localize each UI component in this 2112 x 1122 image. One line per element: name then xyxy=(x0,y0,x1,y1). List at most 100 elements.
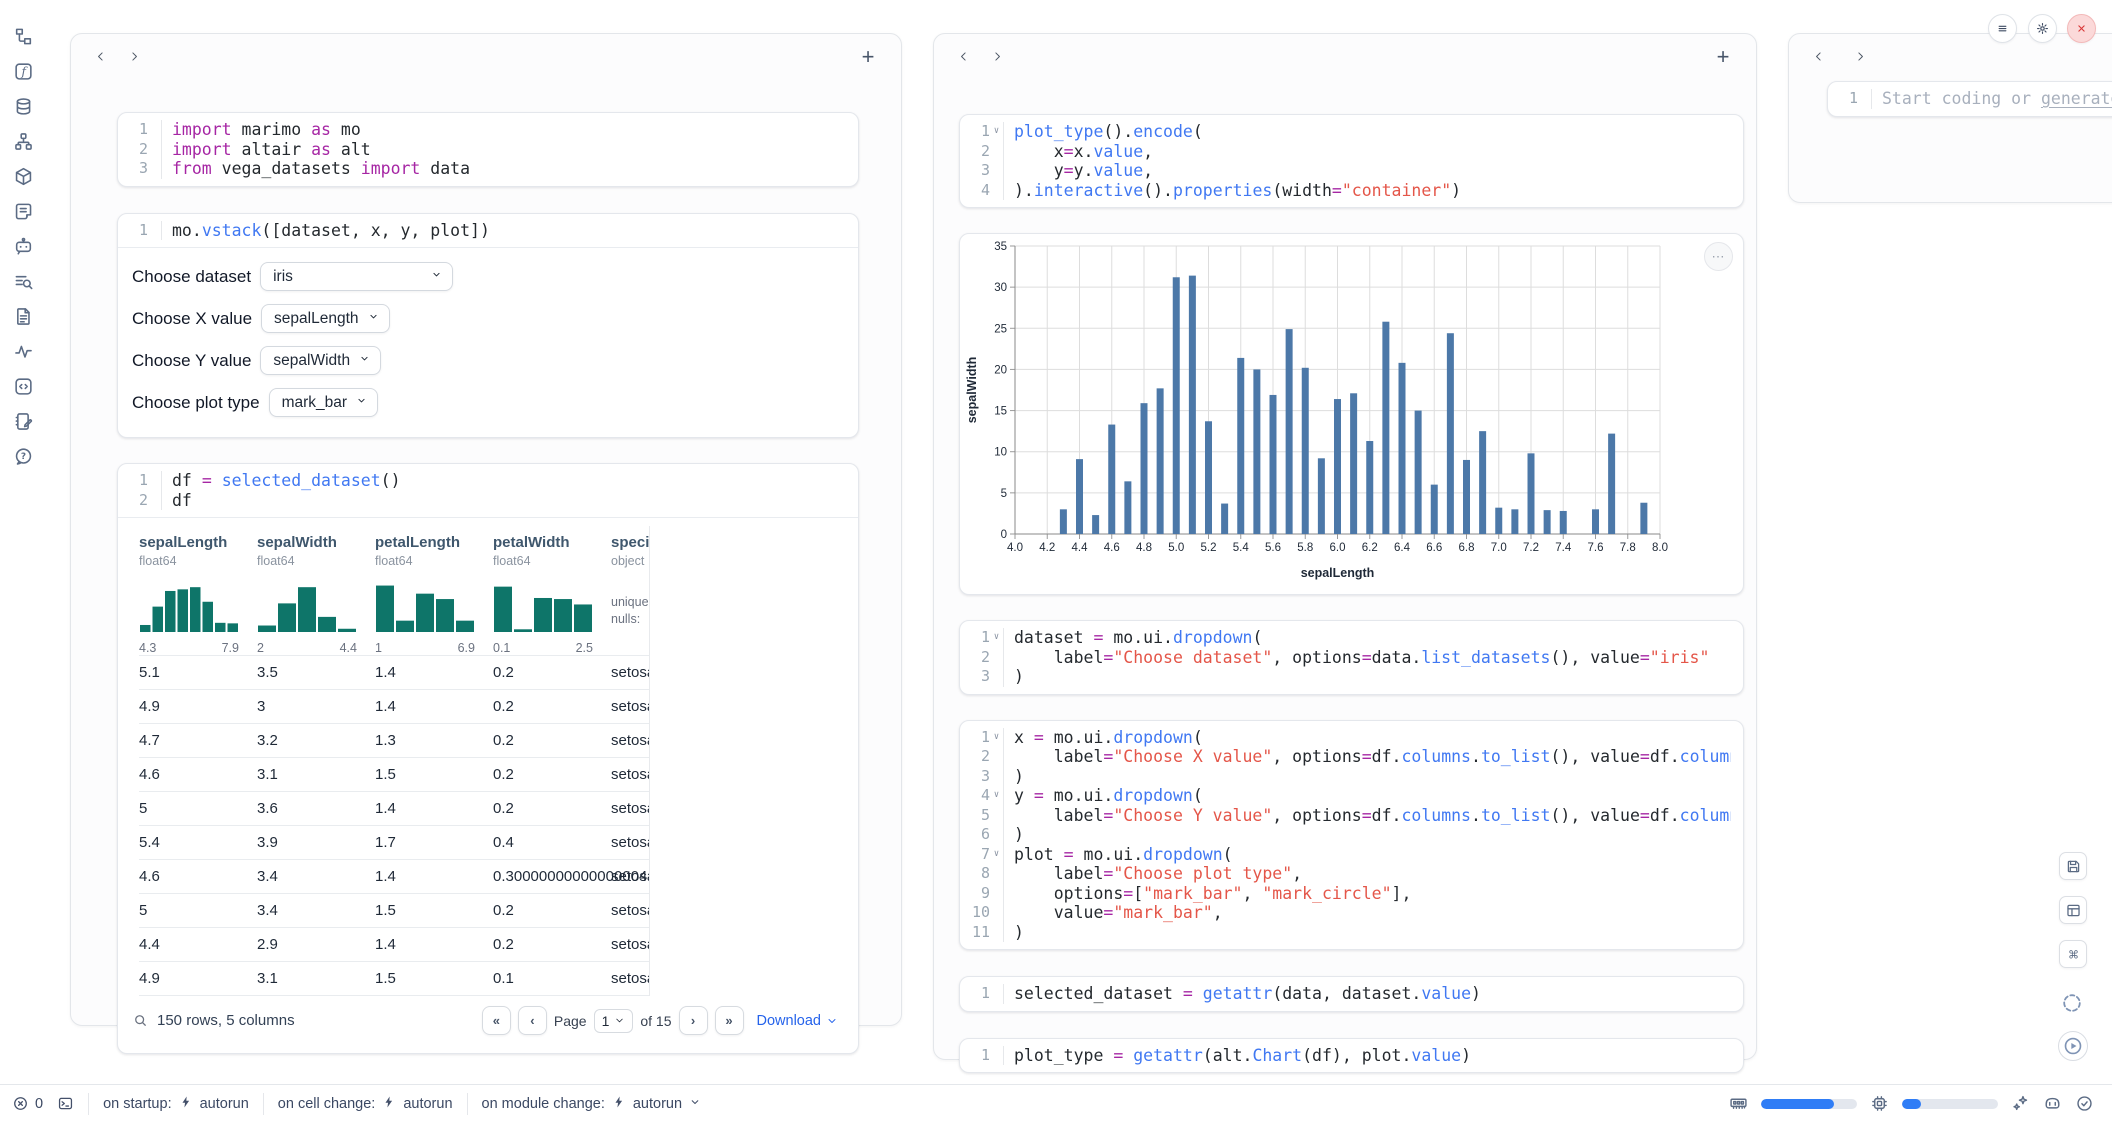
dropdown-label: Choose Y value xyxy=(132,351,251,371)
code-editor[interactable]: 1∨plot_type().encode(2 x=x.value,3 y=y.v… xyxy=(960,115,1743,207)
code-editor[interactable]: 1mo.vstack([dataset, x, y, plot]) xyxy=(118,214,858,248)
column-middle-toolbar: + xyxy=(934,34,1756,79)
add-cell-button[interactable]: + xyxy=(855,44,881,70)
dependency-graph-icon[interactable] xyxy=(12,129,36,153)
prev-page-button[interactable]: ‹ xyxy=(518,1006,547,1035)
download-button[interactable]: Download xyxy=(757,1013,839,1029)
dropdown-select[interactable]: iris xyxy=(260,262,453,291)
tracing-icon[interactable] xyxy=(12,339,36,363)
line-number: 1 xyxy=(1834,89,1858,109)
close-button[interactable] xyxy=(2067,14,2096,43)
line-number: 1 xyxy=(124,471,148,491)
svg-text:7.8: 7.8 xyxy=(1620,542,1636,554)
column-header[interactable]: sepalLengthfloat644.37.9 xyxy=(139,526,257,655)
line-number: 5 xyxy=(966,806,990,826)
line-number: 1 xyxy=(966,628,990,648)
svg-text:4.0: 4.0 xyxy=(1007,542,1023,554)
svg-text:⌘: ⌘ xyxy=(2067,948,2078,961)
chevron-down-icon xyxy=(355,394,368,412)
chart-actions-button[interactable]: ⋯ xyxy=(1704,242,1733,271)
status-bar: 0 on startup:autorun on cell change:autor… xyxy=(0,1084,2112,1122)
settings-button[interactable] xyxy=(2028,14,2057,43)
terminal-button[interactable] xyxy=(57,1095,74,1112)
snippets-icon[interactable] xyxy=(12,374,36,398)
column-collapse-left-icon[interactable] xyxy=(87,44,113,70)
ai-sparkles-icon[interactable] xyxy=(2011,1094,2030,1113)
column-collapse-right-icon[interactable] xyxy=(121,44,147,70)
list-search-icon[interactable] xyxy=(12,269,36,293)
fold-chevron-icon[interactable]: ∨ xyxy=(990,728,1003,748)
code-editor[interactable]: 1 Start coding or generate with AI xyxy=(1828,82,2112,116)
error-count-button[interactable]: 0 xyxy=(12,1095,43,1112)
column-collapse-right-icon[interactable] xyxy=(984,44,1010,70)
menu-button[interactable] xyxy=(1988,14,2017,43)
code-editor[interactable]: 1plot_type = getattr(alt.Chart(df), plot… xyxy=(960,1039,1743,1073)
generate-with-ai-link[interactable]: generate xyxy=(2041,89,2112,108)
column-collapse-left-icon[interactable] xyxy=(1805,44,1831,70)
column-header[interactable]: sepalWidthfloat6424.4 xyxy=(257,526,375,655)
table-button[interactable] xyxy=(2059,896,2087,924)
code-editor[interactable]: 1∨x = mo.ui.dropdown(2 label="Choose X v… xyxy=(960,721,1743,950)
first-page-button[interactable]: « xyxy=(482,1006,511,1035)
database-icon[interactable] xyxy=(12,94,36,118)
document-icon[interactable] xyxy=(12,304,36,328)
column-collapse-left-icon[interactable] xyxy=(950,44,976,70)
column-header[interactable]: speciesobjectuniquenulls: xyxy=(611,526,650,655)
line-number: 10 xyxy=(966,903,990,923)
file-tree-icon[interactable] xyxy=(12,24,36,48)
scratchpad-icon[interactable] xyxy=(12,409,36,433)
svg-text:6.6: 6.6 xyxy=(1426,542,1442,554)
cell-plot-type: 1plot_type = getattr(alt.Chart(df), plot… xyxy=(959,1038,1744,1074)
code-editor[interactable]: 1import marimo as mo2import altair as al… xyxy=(118,113,858,186)
dropdown-select[interactable]: sepalLength xyxy=(261,304,389,333)
svg-text:4.8: 4.8 xyxy=(1136,542,1152,554)
autorun-config-item[interactable]: on cell change:autorun xyxy=(278,1094,453,1114)
svg-text:5.6: 5.6 xyxy=(1265,542,1281,554)
search-icon[interactable] xyxy=(132,1012,149,1029)
dropdown-select[interactable]: sepalWidth xyxy=(260,346,381,375)
code-editor[interactable]: 1∨dataset = mo.ui.dropdown(2 label="Choo… xyxy=(960,621,1743,694)
code-editor[interactable]: 1df = selected_dataset()2df xyxy=(118,464,858,517)
save-button[interactable] xyxy=(2059,852,2087,880)
cell-dataset-dropdown: 1∨dataset = mo.ui.dropdown(2 label="Choo… xyxy=(959,620,1744,695)
dropdown-select[interactable]: mark_bar xyxy=(269,388,378,417)
copilot-icon[interactable] xyxy=(2043,1094,2062,1113)
play-button[interactable] xyxy=(2058,1031,2088,1061)
command-button[interactable]: ⌘ xyxy=(2059,940,2087,968)
last-page-button[interactable]: » xyxy=(715,1006,744,1035)
svg-text:5.8: 5.8 xyxy=(1297,542,1313,554)
fold-chevron-icon[interactable]: ∨ xyxy=(990,845,1003,865)
table-row: 5.43.91.70.4setosa xyxy=(139,825,649,859)
logs-icon[interactable] xyxy=(12,199,36,223)
chat-bot-icon[interactable] xyxy=(12,234,36,258)
cell-placeholder: Start coding or generate with AI xyxy=(1871,89,2112,109)
cpu-icon xyxy=(1870,1094,1889,1113)
svg-text:5.0: 5.0 xyxy=(1168,542,1184,554)
terminal-icon xyxy=(57,1095,74,1112)
svg-text:20: 20 xyxy=(994,364,1007,376)
dataframe-table: sepalLengthfloat644.37.9sepalWidthfloat6… xyxy=(130,526,650,996)
column-collapse-right-icon[interactable] xyxy=(1847,44,1873,70)
package-icon[interactable] xyxy=(12,164,36,188)
page-select[interactable]: 1 xyxy=(594,1009,634,1033)
connection-status-icon[interactable] xyxy=(2075,1094,2094,1113)
add-cell-button[interactable]: + xyxy=(1710,44,1736,70)
fold-chevron-icon[interactable]: ∨ xyxy=(990,122,1003,142)
next-page-button[interactable]: › xyxy=(679,1006,708,1035)
code-editor[interactable]: 1selected_dataset = getattr(data, datase… xyxy=(960,977,1743,1011)
column-header[interactable]: petalWidthfloat640.12.5 xyxy=(493,526,611,655)
circle-outline-button[interactable] xyxy=(2058,989,2086,1017)
svg-text:f: f xyxy=(20,64,28,78)
autorun-config-item[interactable]: on module change:autorun xyxy=(482,1094,703,1114)
autorun-config-item[interactable]: on startup:autorun xyxy=(103,1094,249,1114)
fold-chevron-icon[interactable]: ∨ xyxy=(990,786,1003,806)
cpu-usage-meter xyxy=(1902,1099,1998,1109)
help-icon[interactable]: ? xyxy=(12,444,36,468)
column-right: 1 Start coding or generate with AI xyxy=(1788,33,2112,203)
fold-chevron-icon[interactable]: ∨ xyxy=(990,628,1003,648)
column-histogram xyxy=(493,578,593,632)
line-number: 1 xyxy=(124,221,148,241)
altair-bar-chart[interactable]: 051015202530354.04.24.44.64.85.05.25.45.… xyxy=(960,234,1745,592)
function-icon[interactable]: f xyxy=(12,59,36,83)
column-header[interactable]: petalLengthfloat6416.9 xyxy=(375,526,493,655)
